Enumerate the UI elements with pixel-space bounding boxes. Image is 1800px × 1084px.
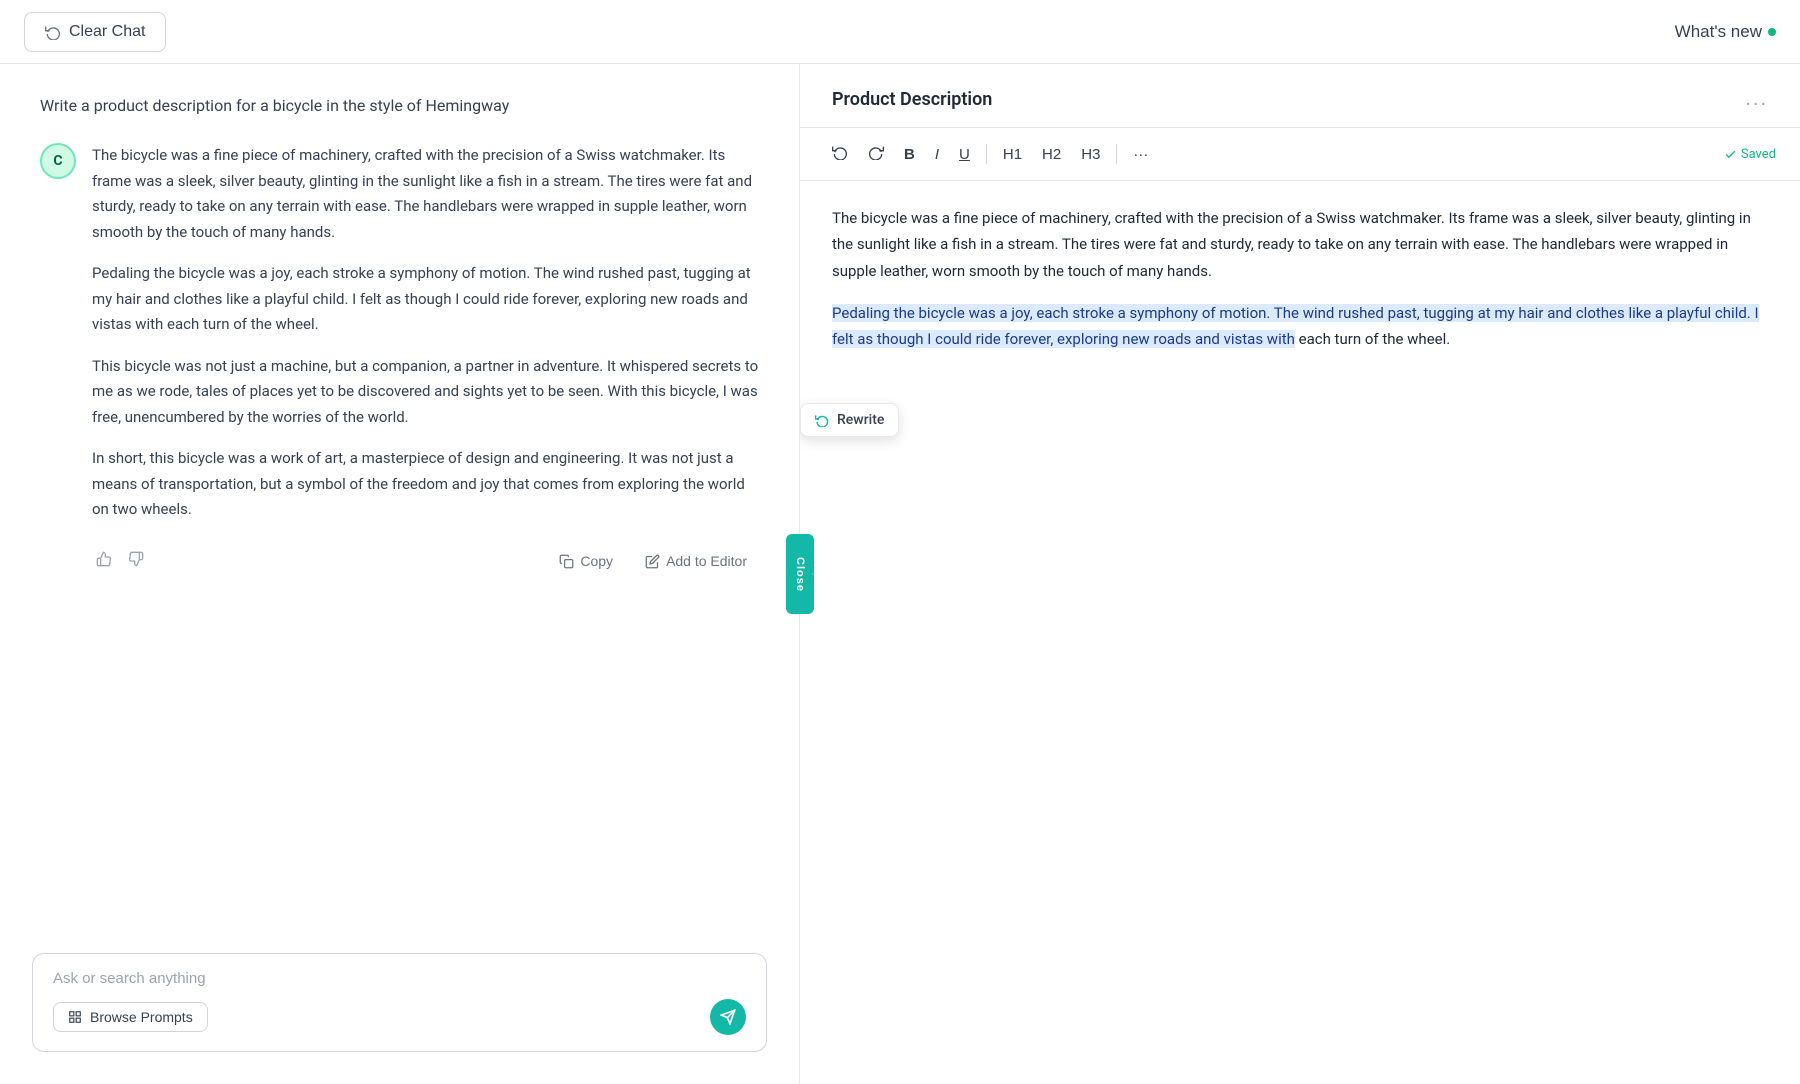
thumbs-down-button[interactable] bbox=[124, 547, 148, 576]
chat-input-footer: Browse Prompts bbox=[53, 999, 746, 1035]
copy-add-actions: Copy Add to Editor bbox=[547, 547, 759, 575]
undo-icon bbox=[832, 144, 848, 160]
copy-icon bbox=[559, 554, 574, 569]
add-to-editor-label: Add to Editor bbox=[666, 553, 747, 569]
h3-button[interactable]: H3 bbox=[1073, 140, 1108, 169]
more-toolbar-label: ··· bbox=[1133, 146, 1148, 163]
h1-label: H1 bbox=[1003, 146, 1022, 163]
ai-response: C The bicycle was a fine piece of machin… bbox=[40, 143, 759, 576]
vote-actions bbox=[92, 547, 148, 576]
saved-indicator: Saved bbox=[1724, 147, 1776, 162]
user-prompt-text: Write a product description for a bicycl… bbox=[40, 96, 509, 115]
editor-paragraph-1: The bicycle was a fine piece of machiner… bbox=[832, 205, 1768, 284]
thumbs-down-icon bbox=[128, 551, 144, 567]
avatar: C bbox=[40, 143, 76, 179]
h2-button[interactable]: H2 bbox=[1034, 140, 1069, 169]
browse-prompts-button[interactable]: Browse Prompts bbox=[53, 1002, 208, 1032]
copy-label: Copy bbox=[580, 553, 613, 569]
redo-button[interactable] bbox=[860, 138, 892, 170]
response-paragraph-2: Pedaling the bicycle was a joy, each str… bbox=[92, 261, 759, 338]
rewrite-tooltip[interactable]: Rewrite bbox=[800, 403, 899, 437]
clear-chat-label: Clear Chat bbox=[69, 23, 145, 41]
browse-prompts-label: Browse Prompts bbox=[90, 1009, 193, 1025]
h3-label: H3 bbox=[1081, 146, 1100, 163]
editor-content[interactable]: The bicycle was a fine piece of machiner… bbox=[800, 181, 1800, 1084]
copy-button[interactable]: Copy bbox=[547, 547, 625, 575]
whats-new-button[interactable]: What's new bbox=[1675, 22, 1776, 42]
editor-more-button[interactable]: ... bbox=[1745, 88, 1768, 111]
h2-label: H2 bbox=[1042, 146, 1061, 163]
clear-chat-button[interactable]: Clear Chat bbox=[24, 12, 166, 52]
editor-paragraph-2: Pedaling the bicycle was a joy, each str… bbox=[832, 300, 1768, 353]
refresh-icon bbox=[45, 24, 61, 40]
more-options-label: ... bbox=[1745, 88, 1768, 110]
editor-panel-wrapper: Close Product Description ... bbox=[800, 64, 1800, 1084]
ai-response-content: The bicycle was a fine piece of machiner… bbox=[92, 143, 759, 576]
thumbs-up-icon bbox=[96, 551, 112, 567]
chat-input[interactable] bbox=[53, 970, 746, 987]
send-icon bbox=[720, 1009, 736, 1025]
undo-button[interactable] bbox=[824, 138, 856, 170]
underline-label: U bbox=[959, 146, 970, 163]
editor-header: Product Description ... bbox=[800, 64, 1800, 128]
response-paragraph-3: This bicycle was not just a machine, but… bbox=[92, 354, 759, 431]
italic-label: I bbox=[935, 146, 939, 163]
whats-new-label: What's new bbox=[1675, 22, 1762, 42]
editor-panel: Product Description ... bbox=[800, 64, 1800, 1084]
underline-button[interactable]: U bbox=[951, 140, 978, 169]
more-toolbar-button[interactable]: ··· bbox=[1125, 140, 1156, 169]
add-to-editor-icon bbox=[645, 554, 660, 569]
response-paragraph-1: The bicycle was a fine piece of machiner… bbox=[92, 143, 759, 245]
bold-label: B bbox=[904, 146, 915, 163]
saved-label: Saved bbox=[1741, 147, 1776, 162]
normal-text: each turn of the wheel. bbox=[1295, 330, 1450, 348]
editor-toolbar: B I U H1 H2 H3 bbox=[800, 128, 1800, 181]
chat-panel: Write a product description for a bicycl… bbox=[0, 64, 800, 1084]
rewrite-label: Rewrite bbox=[837, 412, 884, 428]
response-paragraph-4: In short, this bicycle was a work of art… bbox=[92, 446, 759, 523]
chat-input-area: Browse Prompts bbox=[0, 929, 799, 1084]
whats-new-dot bbox=[1768, 28, 1776, 36]
chat-input-wrapper: Browse Prompts bbox=[32, 953, 767, 1052]
toolbar-divider-2 bbox=[1116, 144, 1117, 164]
saved-check-icon bbox=[1724, 148, 1737, 161]
rewrite-icon bbox=[815, 413, 829, 427]
user-prompt: Write a product description for a bicycl… bbox=[40, 96, 759, 115]
response-actions: Copy Add to Editor bbox=[92, 539, 759, 576]
avatar-letter: C bbox=[53, 153, 62, 169]
h1-button[interactable]: H1 bbox=[995, 140, 1030, 169]
bold-button[interactable]: B bbox=[896, 140, 923, 169]
thumbs-up-button[interactable] bbox=[92, 547, 116, 576]
close-panel-icon bbox=[786, 568, 788, 580]
send-button[interactable] bbox=[710, 999, 746, 1035]
chat-messages: Write a product description for a bicycl… bbox=[0, 64, 799, 929]
toolbar-divider-1 bbox=[986, 144, 987, 164]
main-layout: Write a product description for a bicycl… bbox=[0, 64, 1800, 1084]
redo-icon bbox=[868, 144, 884, 160]
italic-button[interactable]: I bbox=[927, 140, 947, 169]
topbar: Clear Chat What's new bbox=[0, 0, 1800, 64]
editor-title: Product Description bbox=[832, 89, 992, 110]
add-to-editor-button[interactable]: Add to Editor bbox=[633, 547, 759, 575]
browse-prompts-icon bbox=[68, 1010, 82, 1024]
